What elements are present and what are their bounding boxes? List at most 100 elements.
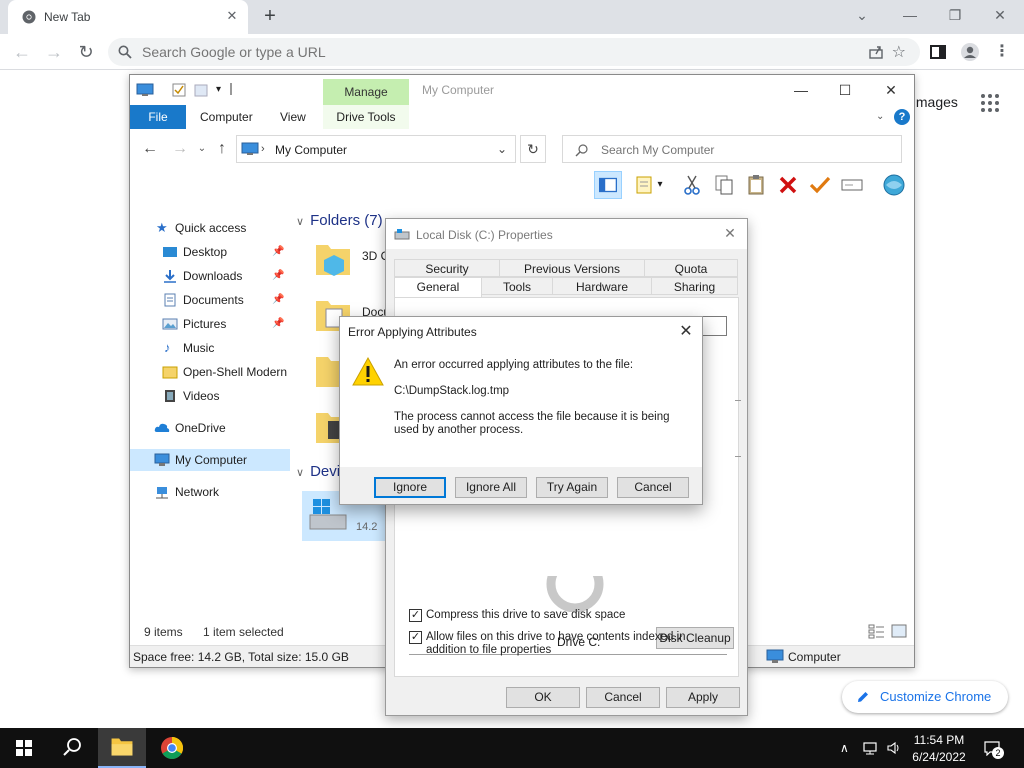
checkmark-icon[interactable] <box>806 171 834 199</box>
clock-time[interactable]: 11:54 PM <box>913 733 965 747</box>
customize-chrome-button[interactable]: Customize Chrome <box>842 681 1008 713</box>
search-box[interactable] <box>562 135 902 163</box>
back-button[interactable]: ← <box>10 40 34 64</box>
ribbon-expand-icon[interactable]: ⌄ <box>876 111 884 122</box>
menu-kebab-icon[interactable]: ⋮ <box>992 42 1012 62</box>
nav-videos[interactable]: Videos <box>130 385 290 407</box>
side-panel-icon[interactable] <box>928 42 948 62</box>
chevron-right-icon[interactable]: › <box>261 143 265 155</box>
tray-chevron-up-icon[interactable]: ∧ <box>840 740 856 756</box>
properties-close-icon[interactable]: ✕ <box>720 225 740 243</box>
search-icon[interactable] <box>48 728 96 768</box>
omnibox-input[interactable] <box>142 43 742 61</box>
tab-search-icon[interactable]: ⌄ <box>850 4 874 26</box>
address-dropdown-icon[interactable]: ⌄ <box>497 142 507 156</box>
images-link[interactable]: Images <box>912 94 958 110</box>
devices-group-header[interactable]: ∨ Devi <box>296 463 340 480</box>
tab-quota[interactable]: Quota <box>644 259 738 277</box>
3d-objects-folder-icon[interactable] <box>314 239 354 279</box>
tab-previous-versions[interactable]: Previous Versions <box>499 259 645 277</box>
nav-music[interactable]: ♪ Music <box>130 337 290 359</box>
profile-avatar-icon[interactable] <box>960 42 980 62</box>
tab-tools[interactable]: Tools <box>481 277 553 295</box>
tab-sharing[interactable]: Sharing <box>651 277 738 295</box>
help-icon[interactable]: ? <box>894 109 910 125</box>
error-close-icon[interactable]: ✕ <box>676 322 696 342</box>
rename-icon[interactable] <box>838 171 866 199</box>
try-again-button[interactable]: Try Again <box>536 477 608 498</box>
chrome-logo-icon <box>22 10 36 24</box>
tab-new-tab[interactable]: New Tab ✕ <box>8 0 248 34</box>
nav-documents[interactable]: Documents 📌 <box>130 289 290 311</box>
nav-onedrive[interactable]: OneDrive <box>130 417 290 439</box>
bookmark-star-icon[interactable]: ☆ <box>892 42 906 62</box>
search-input[interactable] <box>601 142 881 158</box>
nav-quick-access[interactable]: ★ Quick access <box>130 217 290 239</box>
volume-icon[interactable] <box>886 740 902 756</box>
copy-icon[interactable] <box>710 171 738 199</box>
tab-general[interactable]: General <box>394 277 482 297</box>
reload-button[interactable]: ↻ <box>74 40 98 64</box>
tab-drive-tools[interactable]: Drive Tools <box>323 105 409 129</box>
tab-close-icon[interactable]: ✕ <box>224 8 240 24</box>
apply-button[interactable]: Apply <box>666 687 740 708</box>
ignore-button[interactable]: Ignore <box>374 477 446 498</box>
tab-security[interactable]: Security <box>394 259 500 277</box>
compress-checkbox[interactable]: ✓ <box>409 609 422 622</box>
tab-view[interactable]: View <box>280 105 306 129</box>
paste-icon[interactable] <box>742 171 770 199</box>
new-folder-icon[interactable] <box>194 83 208 97</box>
index-checkbox[interactable]: ✓ <box>409 631 422 644</box>
explorer-forward-button[interactable]: → <box>168 137 192 161</box>
file-explorer-taskbar-icon[interactable] <box>98 728 146 768</box>
pin-icon[interactable]: 📌 <box>272 289 284 311</box>
new-tab-button[interactable]: + <box>260 6 280 26</box>
start-windows-icon[interactable] <box>0 728 48 768</box>
qat-dropdown-icon[interactable]: ▾ <box>216 83 230 97</box>
nav-network[interactable]: Network <box>130 481 290 503</box>
nav-desktop[interactable]: Desktop 📌 <box>130 241 290 263</box>
nav-downloads[interactable]: Downloads 📌 <box>130 265 290 287</box>
explorer-maximize-button[interactable]: ☐ <box>830 79 860 101</box>
explorer-close-button[interactable]: ✕ <box>876 79 906 101</box>
network-tray-icon[interactable] <box>862 740 878 756</box>
cancel-button[interactable]: Cancel <box>586 687 660 708</box>
shell-globe-icon[interactable] <box>880 171 908 199</box>
folders-group-header[interactable]: ∨ Folders (7) <box>296 212 383 229</box>
delete-icon[interactable] <box>774 171 802 199</box>
pin-icon[interactable]: 📌 <box>272 313 284 335</box>
tab-hardware[interactable]: Hardware <box>552 277 652 295</box>
nav-pictures[interactable]: Pictures 📌 <box>130 313 290 335</box>
nav-my-computer[interactable]: My Computer <box>130 449 290 471</box>
cut-icon[interactable] <box>678 171 706 199</box>
omnibox[interactable]: ☆ <box>108 38 920 66</box>
address-box[interactable]: › My Computer ⌄ <box>236 135 516 163</box>
share-icon[interactable] <box>868 44 884 60</box>
explorer-back-button[interactable]: ← <box>138 137 162 161</box>
restore-button[interactable]: ❐ <box>943 4 967 26</box>
up-button[interactable]: ↑ <box>210 137 234 161</box>
view-toggle-icons[interactable] <box>868 623 908 639</box>
apps-grid-icon[interactable] <box>980 93 1000 113</box>
explorer-minimize-button[interactable]: — <box>786 79 816 101</box>
error-cancel-button[interactable]: Cancel <box>617 477 689 498</box>
error-dialog: Error Applying Attributes ✕ An error occ… <box>339 316 703 505</box>
computer-icon[interactable] <box>136 83 154 97</box>
properties-check-icon[interactable] <box>172 83 186 97</box>
refresh-button[interactable]: ↻ <box>520 135 546 163</box>
ignore-all-button[interactable]: Ignore All <box>455 477 527 498</box>
manage-contextual-tab[interactable]: Manage <box>323 79 409 105</box>
tab-file[interactable]: File <box>130 105 186 129</box>
nav-open-shell[interactable]: Open-Shell Modern <box>130 361 290 383</box>
clock-date[interactable]: 6/24/2022 <box>908 750 970 764</box>
ok-button[interactable]: OK <box>506 687 580 708</box>
pin-icon[interactable]: 📌 <box>272 265 284 287</box>
forward-button[interactable]: → <box>42 40 66 64</box>
minimize-button[interactable]: — <box>898 4 922 26</box>
close-button[interactable]: ✕ <box>988 4 1012 26</box>
tab-computer[interactable]: Computer <box>200 105 253 129</box>
preview-pane-icon[interactable] <box>594 171 622 199</box>
pin-icon[interactable]: 📌 <box>272 241 284 263</box>
open-dropdown-icon[interactable]: ▾ <box>654 171 666 199</box>
chrome-taskbar-icon[interactable] <box>148 728 196 768</box>
